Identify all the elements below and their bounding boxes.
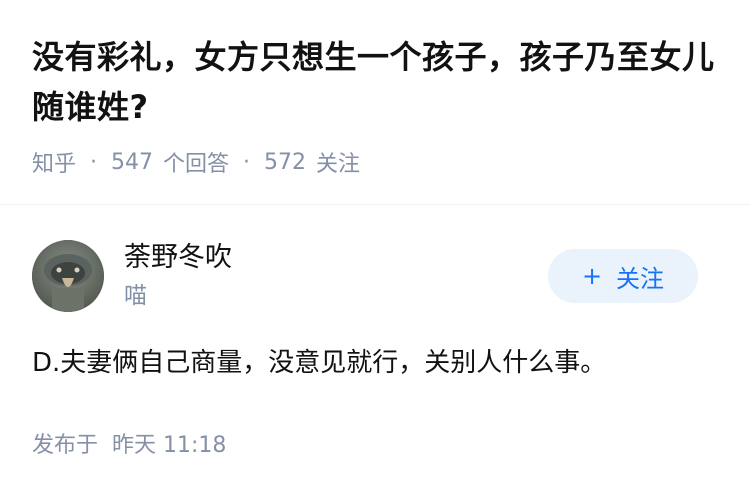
follow-label: 关注 [616, 264, 665, 293]
author-name[interactable]: 荼野冬吹 [124, 240, 232, 276]
followers-count: 572 [264, 149, 307, 175]
followers-label[interactable]: 关注 [316, 146, 360, 178]
question-title[interactable]: 没有彩礼，女方只想生一个孩子，孩子乃至女儿随谁姓? [32, 32, 718, 132]
answers-label[interactable]: 个回答 [163, 146, 229, 178]
meta-separator: · [243, 149, 251, 175]
author-bio: 喵 [124, 283, 147, 309]
answers-count: 547 [111, 149, 154, 175]
publish-label: 发布于 [32, 433, 99, 458]
plus-icon: + [581, 262, 603, 290]
question-header: 没有彩礼，女方只想生一个孩子，孩子乃至女儿随谁姓? 知乎 · 547 个回答 ·… [0, 0, 750, 178]
author-info: 荼野冬吹 喵 [124, 240, 232, 312]
meta-separator: · [90, 149, 98, 175]
question-meta: 知乎 · 547 个回答 · 572 关注 [32, 146, 718, 178]
answer-card: 荼野冬吹 喵 + 关注 D.夫妻俩自己商量，没意见就行，关别人什么事。 发布于昨… [0, 205, 750, 459]
source-label[interactable]: 知乎 [32, 146, 76, 178]
publish-info: 发布于 昨天 11:18 [32, 427, 718, 459]
follow-button[interactable]: + 关注 [548, 249, 698, 303]
author-row: 荼野冬吹 喵 + 关注 [32, 239, 718, 313]
avatar[interactable] [32, 240, 104, 312]
answer-content[interactable]: D.夫妻俩自己商量，没意见就行，关别人什么事。 [32, 343, 718, 383]
publish-time: 昨天 11:18 [112, 433, 227, 458]
